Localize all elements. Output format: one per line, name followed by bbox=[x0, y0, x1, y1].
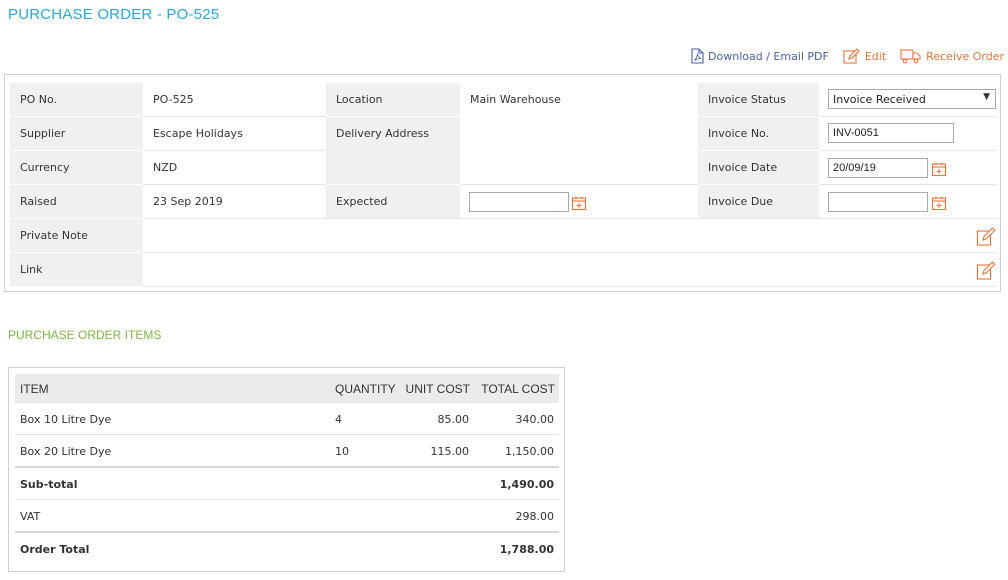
pdf-file-icon bbox=[691, 48, 704, 64]
invoice-date-input[interactable] bbox=[828, 158, 928, 178]
location-label: Location bbox=[326, 83, 460, 116]
action-bar: Download / Email PDF Edit Receive Order bbox=[677, 47, 1004, 65]
order-total-label: Order Total bbox=[20, 543, 90, 556]
row-total-cost: 1,150.00 bbox=[505, 445, 554, 458]
invoice-date-calendar-icon[interactable] bbox=[931, 161, 947, 177]
vat-label: VAT bbox=[20, 510, 41, 523]
order-total-value: 1,788.00 bbox=[499, 543, 554, 556]
private-note-value bbox=[143, 219, 963, 252]
invoice-due-label: Invoice Due bbox=[698, 185, 819, 218]
private-note-label: Private Note bbox=[10, 219, 143, 252]
invoice-status-label: Invoice Status bbox=[698, 83, 819, 116]
row-quantity: 4 bbox=[335, 413, 342, 426]
row-unit-cost: 115.00 bbox=[430, 445, 470, 458]
supplier-label: Supplier bbox=[10, 117, 143, 150]
row-quantity: 10 bbox=[335, 445, 349, 458]
po-no-value: PO-525 bbox=[143, 83, 326, 116]
currency-label: Currency bbox=[10, 151, 143, 184]
receive-order-button[interactable]: Receive Order bbox=[900, 48, 1004, 64]
row-total-cost: 340.00 bbox=[515, 413, 555, 426]
location-value: Main Warehouse bbox=[460, 83, 698, 116]
subtotal-label: Sub-total bbox=[20, 478, 78, 491]
edit-pencil-icon bbox=[843, 48, 860, 64]
page-title: PURCHASE ORDER - PO-525 bbox=[8, 6, 220, 23]
purchase-order-items-table: ITEM QUANTITY UNIT COST TOTAL COST Box 1… bbox=[8, 367, 565, 572]
invoice-date-label: Invoice Date bbox=[698, 151, 819, 184]
supplier-value: Escape Holidays bbox=[143, 117, 326, 150]
currency-value: NZD bbox=[143, 151, 326, 184]
receive-order-label: Receive Order bbox=[926, 49, 1004, 63]
invoice-no-label: Invoice No. bbox=[698, 117, 819, 150]
edit-label: Edit bbox=[864, 49, 887, 63]
expected-calendar-icon[interactable] bbox=[571, 195, 587, 211]
raised-label: Raised bbox=[10, 185, 143, 218]
edit-link-icon[interactable] bbox=[976, 261, 996, 281]
dropdown-arrow-icon: ▼ bbox=[983, 92, 990, 102]
header-total-cost: TOTAL COST bbox=[481, 382, 555, 396]
table-header: ITEM QUANTITY UNIT COST TOTAL COST bbox=[15, 374, 559, 403]
header-quantity: QUANTITY bbox=[335, 382, 396, 396]
invoice-due-input[interactable] bbox=[828, 192, 928, 212]
invoice-no-input[interactable] bbox=[828, 123, 954, 143]
link-label: Link bbox=[10, 253, 143, 286]
subtotal-value: 1,490.00 bbox=[499, 478, 554, 491]
delivery-truck-icon bbox=[900, 49, 921, 64]
header-unit-cost: UNIT COST bbox=[405, 382, 470, 396]
edit-button[interactable]: Edit bbox=[843, 48, 886, 64]
download-email-pdf-button[interactable]: Download / Email PDF bbox=[691, 48, 829, 64]
invoice-status-selected: Invoice Received bbox=[833, 93, 926, 106]
delivery-address-value bbox=[460, 117, 698, 184]
header-item: ITEM bbox=[20, 382, 49, 396]
po-no-label: PO No. bbox=[10, 83, 143, 116]
row-item: Box 20 Litre Dye bbox=[20, 445, 112, 458]
invoice-due-calendar-icon[interactable] bbox=[931, 195, 947, 211]
expected-label: Expected bbox=[326, 185, 460, 218]
row-unit-cost: 85.00 bbox=[437, 413, 470, 426]
link-value bbox=[143, 253, 963, 286]
expected-date-input[interactable] bbox=[469, 192, 569, 212]
purchase-order-details: PO No. PO-525 Location Main Warehouse In… bbox=[4, 74, 1001, 292]
download-email-pdf-label: Download / Email PDF bbox=[708, 49, 829, 63]
row-item: Box 10 Litre Dye bbox=[20, 413, 112, 426]
invoice-status-select[interactable]: Invoice Received ▼ bbox=[828, 89, 996, 109]
raised-value: 23 Sep 2019 bbox=[143, 185, 326, 218]
delivery-address-label: Delivery Address bbox=[326, 117, 460, 184]
edit-private-note-icon[interactable] bbox=[976, 227, 996, 247]
items-section-title: PURCHASE ORDER ITEMS bbox=[8, 328, 162, 342]
vat-value: 298.00 bbox=[515, 510, 555, 523]
